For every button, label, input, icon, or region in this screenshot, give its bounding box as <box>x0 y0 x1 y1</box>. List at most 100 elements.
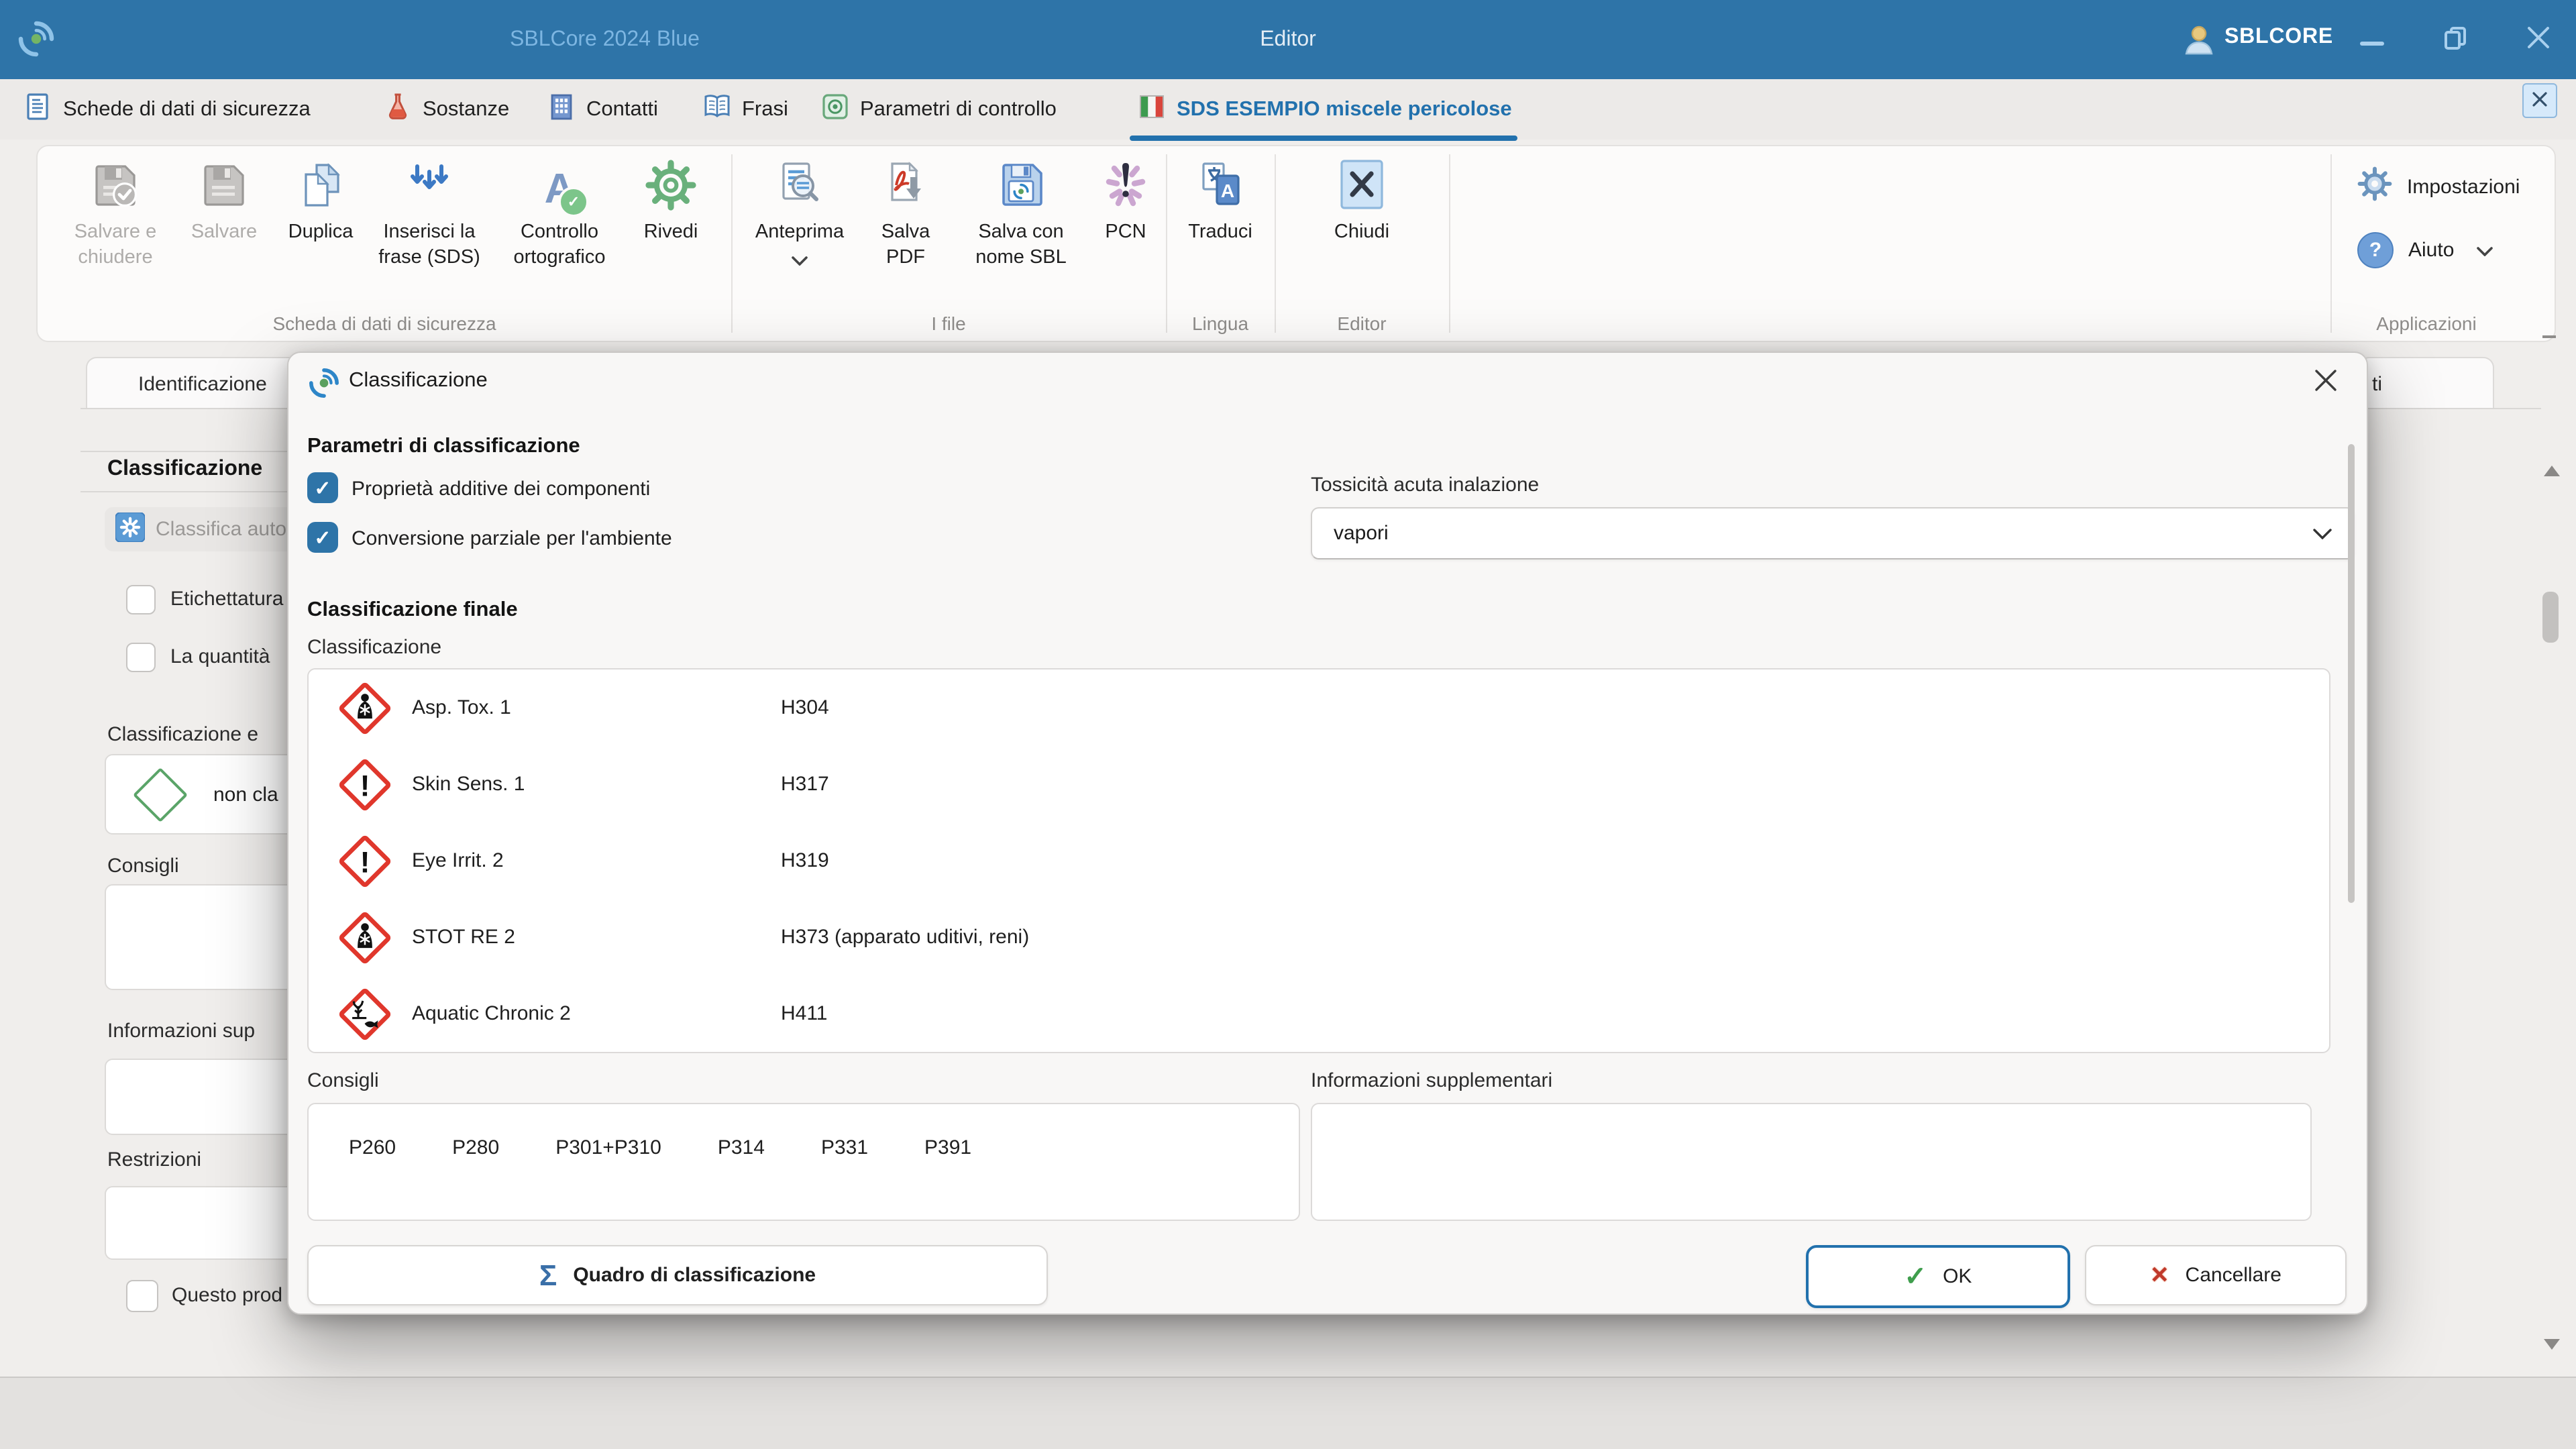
divider <box>80 408 295 409</box>
ok-button[interactable]: OK <box>1806 1245 2070 1308</box>
conversione-parziale-label: Conversione parziale per l'ambiente <box>352 527 672 550</box>
building-icon <box>547 93 576 127</box>
ghs07-exclamation-icon: ! <box>335 834 394 888</box>
tab-label: Sostanze <box>423 98 509 122</box>
bg-info-label: Informazioni sup <box>107 1020 255 1042</box>
tab-contatti[interactable]: Contatti <box>547 85 658 136</box>
bg-restrizioni-label: Restrizioni <box>107 1148 201 1171</box>
salva-pdf-button[interactable]: SalvaPDF <box>857 146 954 271</box>
consigli-box[interactable]: P260 P280 P301+P310 P314 P331 P391 <box>307 1103 1300 1221</box>
ribbon-group-label: Applicazioni <box>2330 313 2522 334</box>
bg-consigli-box[interactable] <box>105 884 298 990</box>
svg-text:A: A <box>1220 180 1234 201</box>
classification-code: H319 <box>781 849 829 872</box>
dialog-logo-icon <box>307 366 341 405</box>
help-icon <box>2357 232 2394 268</box>
ok-label: OK <box>1943 1265 1972 1288</box>
conversione-parziale-checkbox[interactable] <box>307 522 338 553</box>
aiuto-button[interactable]: Aiuto <box>2357 232 2493 268</box>
bg-tab-label: ti <box>2372 372 2382 395</box>
classification-row[interactable]: ! Eye Irrit. 2 H319 <box>309 822 2329 899</box>
ribbon-group-applicazioni: Impostazioni Aiuto Applicazioni <box>2330 146 2555 341</box>
p-code: P301+P310 <box>555 1136 661 1159</box>
minimize-button[interactable] <box>2345 13 2399 67</box>
classification-row[interactable]: Asp. Tox. 1 H304 <box>309 669 2329 746</box>
duplica-button[interactable]: Duplica <box>274 146 368 246</box>
bg-classification-box: non cla <box>105 754 298 835</box>
divider <box>2348 408 2541 409</box>
user-icon <box>2182 23 2216 63</box>
salva-con-nome-sbl-button[interactable]: Salva connome SBL <box>954 146 1088 271</box>
close-icon <box>2314 368 2337 396</box>
red-x-icon <box>2150 1262 2169 1289</box>
tab-sds-esempio-active[interactable]: SDS ESEMPIO miscele pericolose <box>1138 85 1512 136</box>
cancellare-label: Cancellare <box>2186 1264 2282 1287</box>
proprieta-additive-checkbox[interactable] <box>307 472 338 503</box>
ghs08-health-hazard-icon <box>335 681 394 735</box>
tab-schede-di-dati[interactable]: Schede di dati di sicurezza <box>24 85 311 136</box>
scrollbar-thumb[interactable] <box>2542 592 2559 643</box>
dialog-close-button[interactable] <box>2308 365 2343 400</box>
supplementary-box[interactable] <box>1311 1103 2312 1221</box>
inhalation-dropdown[interactable]: vapori <box>1311 507 2355 559</box>
close-tab-button[interactable] <box>2522 83 2557 118</box>
chevron-down-icon[interactable] <box>792 248 808 271</box>
tab-frasi[interactable]: Frasi <box>703 85 788 136</box>
close-tab-x-icon <box>2532 89 2548 112</box>
impostazioni-button[interactable]: Impostazioni <box>2357 166 2520 207</box>
bg-tab-fragment[interactable]: ti <box>2359 357 2494 409</box>
classification-list-label: Classificazione <box>307 636 441 659</box>
classification-name: STOT RE 2 <box>412 926 781 949</box>
bg-restrizioni-box[interactable] <box>105 1186 298 1260</box>
divider <box>80 491 295 492</box>
cancellare-button[interactable]: Cancellare <box>2085 1245 2347 1305</box>
params-heading: Parametri di classificazione <box>307 435 580 459</box>
anteprima-button[interactable]: Anteprima <box>742 146 857 271</box>
classifica-auto-label: Classifica auto <box>156 518 286 541</box>
traduci-button[interactable]: A Traduci <box>1166 146 1275 246</box>
duplicate-pages-icon <box>294 158 347 217</box>
questo-prod-checkbox[interactable] <box>126 1280 158 1312</box>
p-code: P280 <box>452 1136 499 1159</box>
titlebar: SBLCore 2024 Blue Editor SBLCORE <box>0 0 2576 79</box>
ghs09-environment-icon <box>335 987 394 1040</box>
classification-row[interactable]: STOT RE 2 H373 (apparato uditivi, reni) <box>309 899 2329 975</box>
quadro-di-classificazione-button[interactable]: Quadro di classificazione <box>307 1245 1048 1305</box>
pcn-button[interactable]: PCN <box>1088 146 1163 246</box>
ribbon-separator <box>1449 154 1450 333</box>
classification-row[interactable]: Aquatic Chronic 2 H411 <box>309 975 2329 1052</box>
p-code: P314 <box>718 1136 765 1159</box>
rivedi-button[interactable]: Rivedi <box>628 146 714 246</box>
minimize-icon <box>2360 29 2384 52</box>
tab-parametri-di-controllo[interactable]: Parametri di controllo <box>821 85 1057 136</box>
ribbon-group-i-file: Anteprima SalvaPDF Salva connome SBL PCN… <box>731 146 1166 341</box>
chiudi-button[interactable]: Chiudi <box>1308 146 1415 246</box>
bg-tab-label: Identificazione <box>138 372 267 395</box>
scroll-down-arrow[interactable] <box>2544 1350 2560 1373</box>
ribbon-group-editor: Chiudi Editor <box>1275 146 1449 341</box>
tab-label: SDS ESEMPIO miscele pericolose <box>1177 98 1512 122</box>
settings-gear-icon <box>2357 166 2392 207</box>
inserisci-frase-button[interactable]: Inserisci lafrase (SDS) <box>368 146 491 271</box>
bg-info-box[interactable] <box>105 1059 298 1135</box>
etichettatura-checkbox[interactable] <box>126 585 156 614</box>
controllo-ortografico-button[interactable]: A Controlloortografico <box>491 146 628 271</box>
tab-sostanze[interactable]: Sostanze <box>384 85 509 136</box>
close-button[interactable] <box>2512 13 2565 67</box>
classifica-auto-button[interactable]: Classifica auto <box>105 507 306 551</box>
classification-code: H317 <box>781 773 829 796</box>
italian-flag-icon <box>1138 93 1166 127</box>
scroll-up-arrow[interactable] <box>2544 443 2560 466</box>
quantita-checkbox[interactable] <box>126 643 156 672</box>
non-classified-label: non cla <box>213 783 278 806</box>
close-document-icon <box>1335 158 1389 217</box>
insert-arrows-icon <box>402 158 456 217</box>
restore-button[interactable] <box>2428 13 2482 67</box>
ribbon-group-label: I file <box>731 313 1166 334</box>
check-icon <box>1904 1260 1927 1293</box>
pcn-burst-icon <box>1099 158 1152 217</box>
book-icon <box>703 93 731 127</box>
user-label: SBLCORE <box>2224 25 2333 50</box>
dialog-scrollbar-thumb[interactable] <box>2348 444 2355 903</box>
classification-row[interactable]: ! Skin Sens. 1 H317 <box>309 746 2329 822</box>
